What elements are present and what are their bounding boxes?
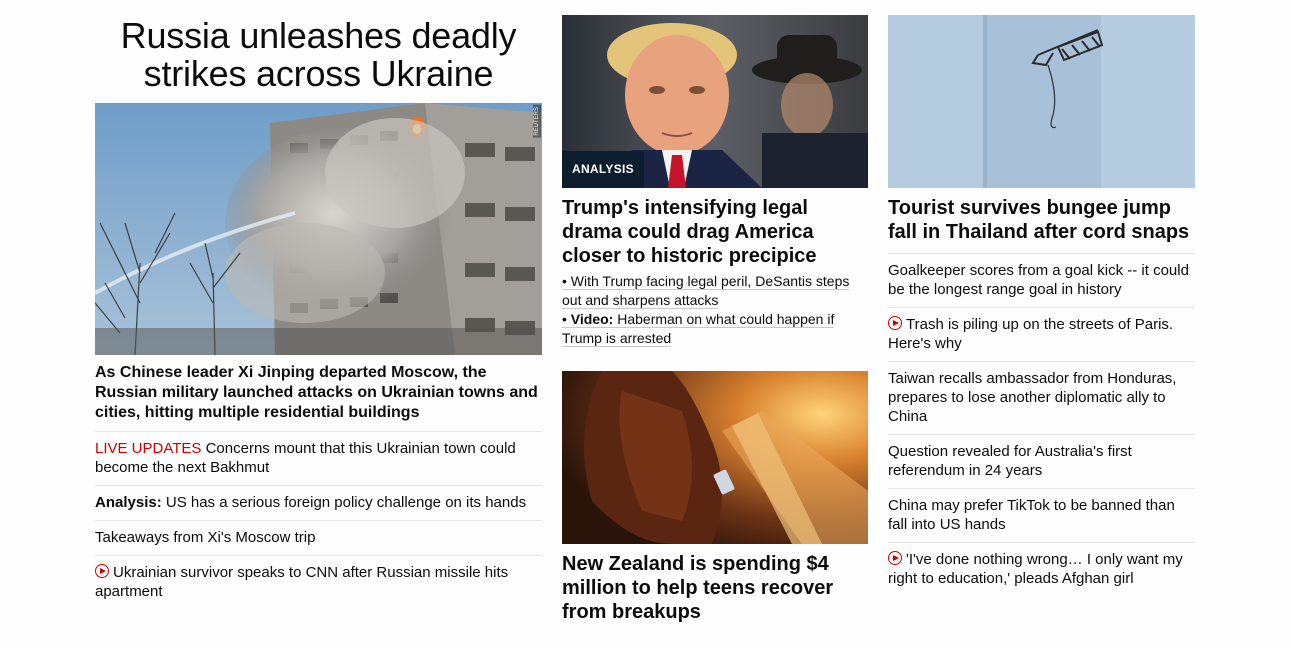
link-text: Taiwan recalls ambassador from Honduras,…: [888, 370, 1177, 425]
top-story-column: Russia unleashes deadly strikes across U…: [95, 15, 542, 609]
list-item[interactable]: Analysis: US has a serious foreign polic…: [95, 485, 542, 520]
sublink-haberman-video[interactable]: • Video: Haberman on what could happen i…: [562, 311, 835, 347]
lead-headline[interactable]: As Chinese leader Xi Jinping departed Mo…: [95, 363, 542, 423]
bullet: •: [562, 311, 567, 327]
building-fire-photo: [95, 103, 542, 355]
list-item[interactable]: • With Trump facing legal peril, DeSanti…: [562, 272, 868, 310]
bungee-headline[interactable]: Tourist survives bungee jump fall in Tha…: [888, 196, 1195, 244]
link-text: China may prefer TikTok to be banned tha…: [888, 497, 1175, 533]
image-credit: REUTERS: [533, 105, 541, 138]
list-item[interactable]: Ukrainian survivor speaks to CNN after R…: [95, 555, 542, 609]
list-item[interactable]: 'I've done nothing wrong… I only want my…: [888, 542, 1195, 596]
list-item[interactable]: China may prefer TikTok to be banned tha…: [888, 488, 1195, 542]
list-item[interactable]: Takeaways from Xi's Moscow trip: [95, 520, 542, 555]
bungee-photo: [888, 15, 1195, 188]
bullet: •: [562, 273, 567, 289]
right-links: Goalkeeper scores from a goal kick -- it…: [888, 253, 1195, 596]
trump-headline[interactable]: Trump's intensifying legal drama could d…: [562, 196, 868, 268]
list-item[interactable]: LIVE UPDATES Concerns mount that this Uk…: [95, 431, 542, 485]
middle-column: ANALYSIS Trump's intensifying legal dram…: [562, 15, 868, 624]
new-zealand-headline[interactable]: New Zealand is spending $4 million to he…: [562, 552, 868, 624]
link-text: Question revealed for Australia's first …: [888, 443, 1132, 479]
link-text: Goalkeeper scores from a goal kick -- it…: [888, 262, 1189, 298]
bungee-image[interactable]: [888, 15, 1195, 188]
video-label: Video:: [570, 311, 614, 327]
play-icon: [888, 551, 902, 565]
list-item[interactable]: Question revealed for Australia's first …: [888, 434, 1195, 488]
list-item[interactable]: Trash is piling up on the streets of Par…: [888, 307, 1195, 361]
live-updates-label: LIVE UPDATES: [95, 440, 202, 457]
right-column: Tourist survives bungee jump fall in Tha…: [888, 15, 1195, 596]
new-zealand-image[interactable]: [562, 371, 868, 544]
trump-sublinks: • With Trump facing legal peril, DeSanti…: [562, 272, 868, 348]
teen-sunset-photo: [562, 371, 868, 544]
play-icon: [95, 564, 109, 578]
list-item[interactable]: Goalkeeper scores from a goal kick -- it…: [888, 253, 1195, 307]
link-text: With Trump facing legal peril, DeSantis …: [562, 273, 850, 308]
analysis-badge: ANALYSIS: [562, 151, 644, 188]
ukraine-strike-image[interactable]: REUTERS: [95, 103, 542, 355]
trump-image[interactable]: ANALYSIS: [562, 15, 868, 188]
link-text: US has a serious foreign policy challeng…: [161, 494, 527, 511]
play-icon: [888, 316, 902, 330]
list-item[interactable]: • Video: Haberman on what could happen i…: [562, 310, 868, 348]
analysis-label: Analysis:: [95, 494, 162, 511]
sublink-desantis[interactable]: • With Trump facing legal peril, DeSanti…: [562, 273, 850, 309]
link-text: 'I've done nothing wrong… I only want my…: [888, 551, 1183, 587]
link-text: Ukrainian survivor speaks to CNN after R…: [95, 564, 509, 600]
link-text: Takeaways from Xi's Moscow trip: [95, 529, 316, 546]
related-links: LIVE UPDATES Concerns mount that this Uk…: [95, 431, 542, 609]
big-headline[interactable]: Russia unleashes deadly strikes across U…: [95, 17, 542, 103]
list-item[interactable]: Taiwan recalls ambassador from Honduras,…: [888, 361, 1195, 434]
link-text: Trash is piling up on the streets of Par…: [888, 316, 1174, 352]
